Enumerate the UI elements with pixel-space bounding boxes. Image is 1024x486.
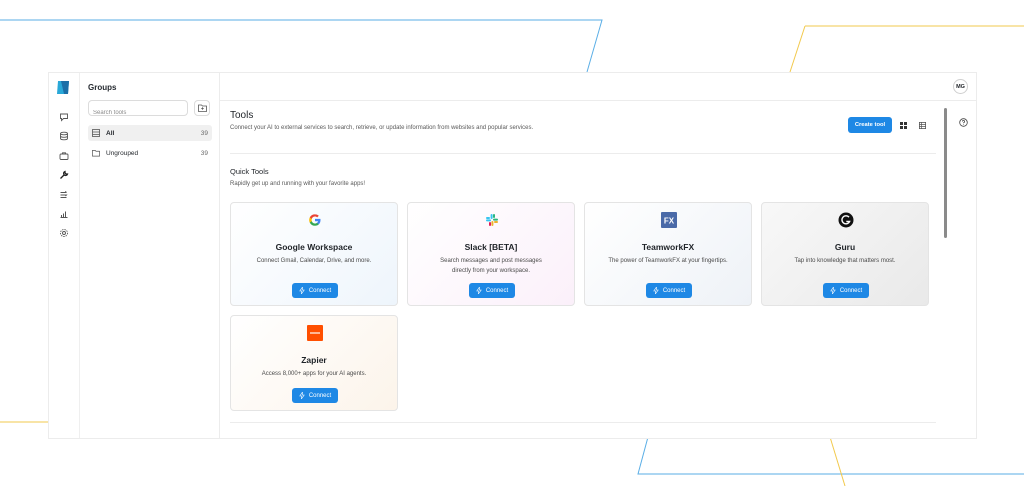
quick-tools-subtitle: Rapidly get up and running with your fav… [230,181,366,187]
flow-icon[interactable] [58,189,70,201]
top-bar: MG [220,73,976,101]
create-tool-button[interactable]: Create tool [848,117,892,133]
connect-label: Connect [839,287,863,294]
tool-description: Connect Gmail, Calendar, Drive, and more… [256,258,372,264]
grid-view-icon[interactable] [898,120,908,130]
database-icon[interactable] [58,130,70,142]
connect-button[interactable]: Connect [292,388,338,403]
connect-button[interactable]: Connect [823,283,869,298]
guru-logo-icon [837,211,855,229]
group-item-ungrouped[interactable]: Ungrouped 39 [88,145,212,161]
connect-button[interactable]: Connect [469,283,515,298]
quick-tools-title: Quick Tools [230,167,269,176]
help-icon[interactable] [959,114,968,127]
search-input[interactable] [89,106,185,120]
chart-icon[interactable] [58,208,70,220]
slack-logo-icon [483,211,501,229]
bolt-icon [299,392,305,399]
connect-label: Connect [662,287,686,294]
search-box[interactable] [88,100,188,120]
tool-name: TeamworkFX [641,242,695,252]
wrench-icon[interactable] [58,169,70,181]
connect-button[interactable]: Connect [646,283,692,298]
icon-rail [49,73,80,438]
logo-icon[interactable] [56,79,70,95]
page-title: Tools [230,110,254,121]
tool-description: Search messages and post messages direct… [440,258,542,274]
group-item-all[interactable]: All 39 [88,125,212,141]
connect-button[interactable]: Connect [292,283,338,298]
header-divider [230,153,936,154]
group-label: All [106,129,115,137]
groups-title: Groups [88,83,117,92]
chat-icon[interactable] [58,111,70,123]
gear-icon[interactable] [58,227,70,239]
tool-name: Zapier [301,355,327,365]
connect-label: Connect [308,392,332,399]
bolt-icon [830,287,836,294]
folder-plus-icon [197,104,207,112]
svg-text:FX: FX [664,217,675,226]
bolt-icon [476,287,482,294]
section-divider [230,422,936,423]
group-count: 39 [200,129,208,137]
tool-card-teamworkfx[interactable]: FX TeamworkFX The power of TeamworkFX at… [584,202,752,306]
teamworkfx-logo-icon: FX [660,211,678,229]
tool-description: Tap into knowledge that matters most. [794,258,896,264]
connect-label: Connect [308,287,332,294]
connect-label: Connect [485,287,509,294]
bolt-icon [299,287,305,294]
tool-name: Slack [BETA] [464,242,518,252]
tool-name: Guru [834,242,856,252]
briefcase-icon[interactable] [58,150,70,162]
app-window: Groups All 39 Ungrouped 39 MG Tools [48,72,977,439]
group-count: 39 [200,149,208,157]
new-folder-button[interactable] [194,100,210,116]
tool-card-slack[interactable]: Slack [BETA] Search messages and post me… [407,202,575,306]
main-content: Tools Connect your AI to external servic… [220,101,942,438]
groups-panel: Groups All 39 Ungrouped 39 [80,73,220,438]
table-view-icon[interactable] [917,120,927,130]
scrollbar-thumb[interactable] [944,108,947,238]
tool-card-guru[interactable]: Guru Tap into knowledge that matters mos… [761,202,929,306]
tool-name: Google Workspace [275,242,353,252]
avatar[interactable]: MG [953,79,968,94]
bolt-icon [653,287,659,294]
tool-description: Access 8,000+ apps for your AI agents. [261,371,367,377]
tool-description: The power of TeamworkFX at your fingerti… [608,258,728,264]
group-label: Ungrouped [106,149,139,157]
zapier-logo-icon [306,324,324,342]
tool-card-zapier[interactable]: Zapier Access 8,000+ apps for your AI ag… [230,315,398,411]
google-logo-icon [306,211,324,229]
page-subtitle: Connect your AI to external services to … [230,125,534,131]
tool-card-google-workspace[interactable]: Google Workspace Connect Gmail, Calendar… [230,202,398,306]
list-icon [92,129,100,137]
folder-icon [92,149,100,157]
